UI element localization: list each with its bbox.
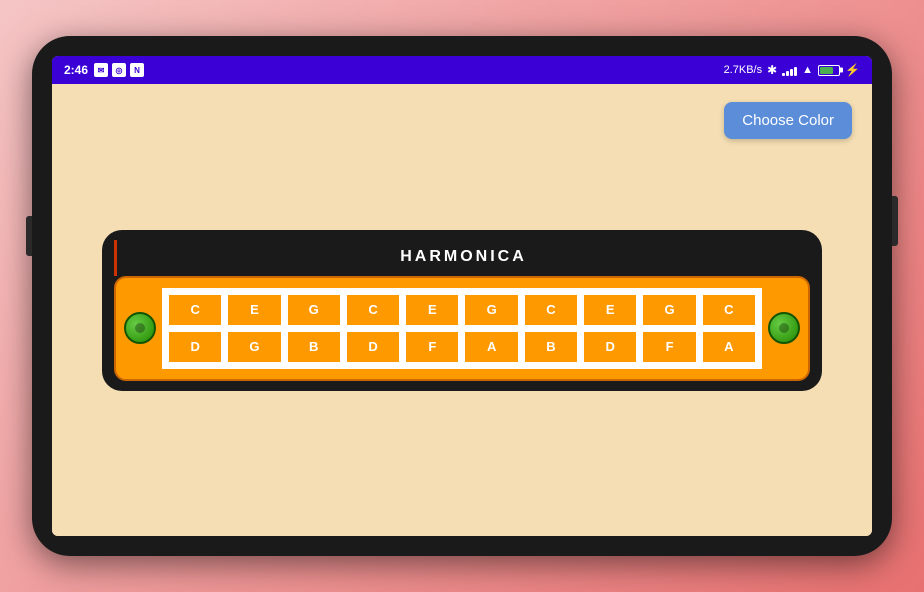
- key-f1[interactable]: F: [404, 330, 460, 364]
- knob-inner-right: [779, 323, 789, 333]
- key-b2[interactable]: B: [523, 330, 579, 364]
- key-g2[interactable]: G: [463, 293, 519, 327]
- key-e3[interactable]: E: [582, 293, 638, 327]
- signal-bars: [782, 65, 797, 76]
- status-bar: 2:46 ✉ ◎ N 2.7KB/s ✱ ▲: [52, 56, 872, 84]
- key-e1[interactable]: E: [226, 293, 282, 327]
- status-time: 2:46: [64, 63, 88, 77]
- mail-icon: ✉: [94, 63, 108, 77]
- status-icons: ✉ ◎ N: [94, 63, 144, 77]
- bluetooth-icon: ✱: [767, 63, 777, 77]
- key-g3[interactable]: G: [641, 293, 697, 327]
- key-d3[interactable]: D: [582, 330, 638, 364]
- notification-icon: N: [130, 63, 144, 77]
- battery-indicator: [818, 65, 840, 76]
- choose-color-button[interactable]: Choose Color: [724, 102, 852, 139]
- instagram-icon: ◎: [112, 63, 126, 77]
- harmonica-title: HARMONICA: [114, 240, 810, 276]
- key-a2[interactable]: A: [701, 330, 757, 364]
- wifi-icon: ▲: [802, 64, 813, 76]
- network-speed: 2.7KB/s: [724, 64, 763, 76]
- key-f2[interactable]: F: [641, 330, 697, 364]
- signal-bar-4: [794, 67, 797, 76]
- key-g1[interactable]: G: [286, 293, 342, 327]
- knob-inner-left: [135, 323, 145, 333]
- key-d1[interactable]: D: [167, 330, 223, 364]
- key-g4[interactable]: G: [226, 330, 282, 364]
- lightning-icon: ⚡: [845, 63, 860, 77]
- power-button[interactable]: [26, 216, 32, 256]
- volume-button[interactable]: [892, 196, 898, 246]
- harmonica-keys-grid: C E G C E G C E G C D G B D: [162, 288, 762, 369]
- main-content: Choose Color HARMONICA C E G C E G: [52, 84, 872, 536]
- key-a1[interactable]: A: [463, 330, 519, 364]
- status-right: 2.7KB/s ✱ ▲ ⚡: [724, 63, 860, 77]
- status-left: 2:46 ✉ ◎ N: [64, 63, 144, 77]
- phone-screen: 2:46 ✉ ◎ N 2.7KB/s ✱ ▲: [52, 56, 872, 536]
- left-knob: [124, 312, 156, 344]
- signal-bar-2: [786, 71, 789, 76]
- battery-fill: [820, 67, 833, 74]
- key-c3[interactable]: C: [523, 293, 579, 327]
- phone-device: 2:46 ✉ ◎ N 2.7KB/s ✱ ▲: [32, 36, 892, 556]
- key-d2[interactable]: D: [345, 330, 401, 364]
- key-c2[interactable]: C: [345, 293, 401, 327]
- right-knob: [768, 312, 800, 344]
- key-c4[interactable]: C: [701, 293, 757, 327]
- key-b1[interactable]: B: [286, 330, 342, 364]
- key-c1[interactable]: C: [167, 293, 223, 327]
- harmonica-body: C E G C E G C E G C D G B D: [114, 276, 810, 381]
- signal-bar-3: [790, 69, 793, 76]
- harmonica-container: HARMONICA C E G C E G C E: [102, 230, 822, 391]
- signal-bar-1: [782, 73, 785, 76]
- key-e2[interactable]: E: [404, 293, 460, 327]
